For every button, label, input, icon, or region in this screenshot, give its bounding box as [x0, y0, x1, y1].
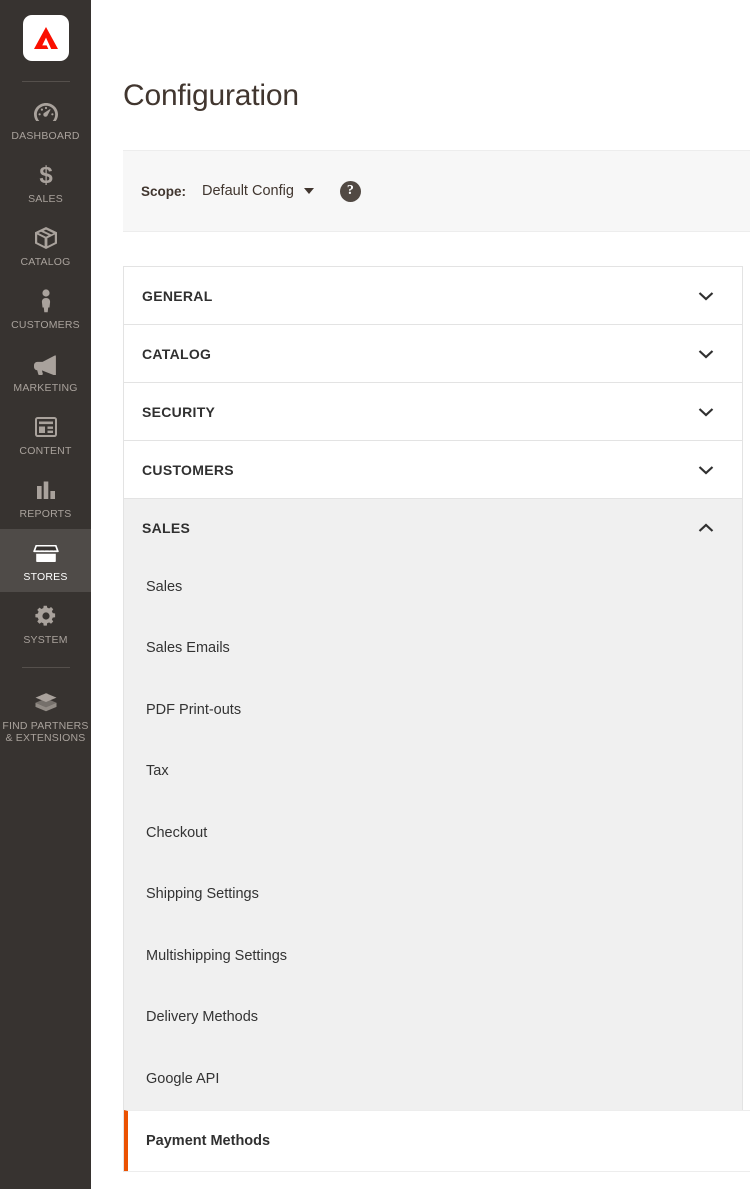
sidebar-item-system[interactable]: SYSTEM [0, 592, 91, 655]
sidebar-divider-top [21, 81, 70, 82]
config-menu-item-label: Checkout [146, 824, 208, 841]
accordion-title: SECURITY [142, 403, 216, 420]
config-menu-item-sales[interactable]: Sales [124, 556, 742, 618]
extension-icon [33, 689, 59, 715]
accordion-header-customers[interactable]: CUSTOMERS [124, 441, 742, 498]
scope-bar: Scope: Default Config ? [123, 150, 750, 232]
bar-chart-icon [34, 477, 58, 503]
sidebar-item-label: SALES [28, 193, 63, 205]
accordion-body-sales: Sales Sales Emails PDF Print-outs Tax Checko… [124, 556, 750, 1172]
sidebar-item-find-partners[interactable]: FIND PARTNERS & EXTENSIONS [0, 678, 91, 753]
chevron-down-icon [698, 465, 714, 475]
sidebar-item-label: STORES [23, 571, 68, 583]
chevron-down-icon [303, 188, 314, 194]
config-menu-item-delivery-methods[interactable]: Delivery Methods [124, 986, 742, 1048]
sidebar-item-label: CONTENT [19, 445, 72, 457]
config-menu-item-label: Sales Emails [146, 640, 230, 657]
main-sidebar: DASHBOARD $ SALES CATALOG CUSTOMERS MARKETING… [0, 0, 91, 1189]
dollar-icon: $ [38, 162, 54, 188]
accordion-section-general: GENERAL [124, 267, 742, 325]
config-menu-item-label: PDF Print-outs [146, 701, 242, 718]
config-menu-item-shipping-settings[interactable]: Shipping Settings [124, 863, 742, 925]
adobe-commerce-logo[interactable] [22, 15, 69, 61]
page-title: Configuration [123, 79, 299, 112]
config-menu-item-label: Multishipping Settings [146, 947, 288, 964]
configuration-accordion: GENERAL CATALOG SECURITY CUSTOMERS SALES Sale… [123, 266, 750, 1172]
sidebar-item-reports[interactable]: REPORTS [0, 466, 91, 529]
accordion-title: CUSTOMERS [142, 461, 234, 478]
app-root: DASHBOARD $ SALES CATALOG CUSTOMERS MARKETING… [0, 0, 750, 1189]
gear-icon [34, 603, 58, 629]
sidebar-item-label: CUSTOMERS [11, 319, 80, 331]
sidebar-item-label: FIND PARTNERS & EXTENSIONS [2, 720, 89, 744]
chevron-up-icon [698, 523, 714, 533]
sidebar-item-stores[interactable]: STORES [0, 529, 91, 592]
accordion-header-sales[interactable]: SALES [124, 499, 742, 556]
sidebar-item-label: REPORTS [19, 508, 72, 520]
accordion-title: SALES [142, 519, 191, 536]
content-area: Configuration Scope: Default Config ? GE… [91, 0, 750, 1189]
accordion-title: GENERAL [142, 287, 213, 304]
config-menu-item-payment-methods[interactable]: Payment Methods [124, 1109, 750, 1172]
accordion-section-customers: CUSTOMERS [124, 441, 742, 499]
config-menu-item-google-api[interactable]: Google API [124, 1048, 742, 1110]
accordion-section-catalog: CATALOG [124, 325, 742, 383]
sidebar-item-label: DASHBOARD [11, 130, 80, 142]
config-menu-item-label: Payment Methods [146, 1132, 271, 1149]
accordion-header-security[interactable]: SECURITY [124, 383, 742, 440]
accordion-header-catalog[interactable]: CATALOG [124, 325, 742, 382]
sidebar-divider-bottom [21, 667, 70, 668]
sidebar-item-label: SYSTEM [23, 634, 68, 646]
config-menu-item-checkout[interactable]: Checkout [124, 802, 742, 864]
box-icon [33, 225, 59, 251]
config-menu-item-tax[interactable]: Tax [124, 740, 742, 802]
storefront-icon [32, 540, 59, 566]
chevron-down-icon [698, 291, 714, 301]
adobe-a-icon [33, 27, 58, 49]
config-menu-item-label: Sales [146, 578, 183, 595]
config-menu-item-label: Shipping Settings [146, 886, 259, 903]
config-menu-item-pdf-print-outs[interactable]: PDF Print-outs [124, 679, 742, 741]
accordion-section-sales: SALES Sales Sales Emails PDF Print-outs Tax C… [124, 499, 750, 1172]
sidebar-item-label: MARKETING [13, 382, 78, 394]
chevron-down-icon [698, 349, 714, 359]
sidebar-item-content[interactable]: CONTENT [0, 403, 91, 466]
sidebar-item-catalog[interactable]: CATALOG [0, 214, 91, 277]
chevron-down-icon [698, 407, 714, 417]
sidebar-item-dashboard[interactable]: DASHBOARD [0, 88, 91, 151]
config-menu-item-label: Tax [146, 763, 169, 780]
sidebar-item-marketing[interactable]: MARKETING [0, 340, 91, 403]
sidebar-nav-list: DASHBOARD $ SALES CATALOG CUSTOMERS MARKETING… [0, 88, 91, 753]
svg-text:$: $ [39, 162, 53, 188]
accordion-title: CATALOG [142, 345, 212, 362]
person-icon [38, 288, 54, 314]
sidebar-item-label: CATALOG [20, 256, 71, 268]
accordion-header-general[interactable]: GENERAL [124, 267, 742, 324]
sidebar-item-customers[interactable]: CUSTOMERS [0, 277, 91, 340]
gauge-icon [33, 99, 59, 125]
layout-icon [34, 414, 58, 440]
accordion-section-security: SECURITY [124, 383, 742, 441]
scope-selected-value: Default Config [202, 183, 294, 199]
config-menu-item-label: Delivery Methods [146, 1009, 259, 1026]
scope-label: Scope: [141, 183, 187, 199]
help-icon[interactable]: ? [339, 180, 361, 202]
config-menu-item-label: Google API [146, 1070, 220, 1087]
config-menu-item-multishipping-settings[interactable]: Multishipping Settings [124, 925, 742, 987]
megaphone-icon [33, 351, 59, 377]
scope-select[interactable]: Default Config [202, 183, 314, 199]
config-menu-item-sales-emails[interactable]: Sales Emails [124, 617, 742, 679]
sidebar-item-sales[interactable]: $ SALES [0, 151, 91, 214]
